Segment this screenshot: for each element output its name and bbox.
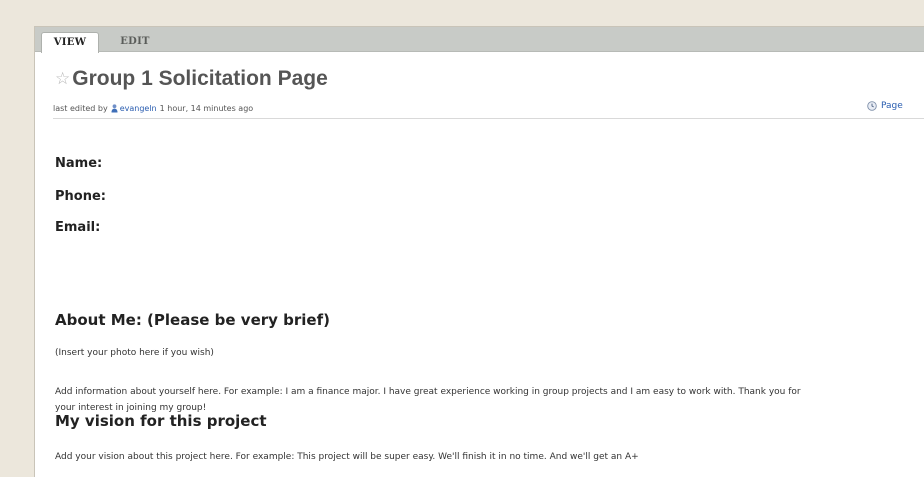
title-row: ☆ Group 1 Solicitation Page [55, 63, 328, 95]
page-title: Group 1 Solicitation Page [72, 67, 328, 90]
photo-note: (Insert your photo here if you wish) [55, 348, 214, 358]
about-heading: About Me: (Please be very brief) [55, 311, 330, 329]
name-label: Name: [55, 156, 103, 171]
edit-info: last edited by evangeln 1 hour, 14 minut… [53, 104, 253, 113]
page-info-link[interactable]: Page [867, 101, 903, 111]
edited-time: 1 hour, 14 minutes ago [159, 104, 254, 113]
email-label: Email: [55, 220, 101, 235]
edited-by-label: last edited by [53, 104, 108, 113]
tab-view[interactable]: VIEW [41, 32, 99, 53]
user-icon [111, 104, 118, 113]
header-divider [53, 118, 924, 119]
vision-heading: My vision for this project [55, 412, 267, 430]
wiki-page-frame: VIEW EDIT ☆ Group 1 Solicitation Page la… [34, 26, 924, 477]
page-link-label: Page [881, 101, 903, 111]
tab-bar: VIEW EDIT [35, 27, 924, 53]
phone-label: Phone: [55, 189, 106, 204]
clock-icon [867, 101, 877, 111]
tab-edit[interactable]: EDIT [111, 32, 159, 51]
about-text-line-1: Add information about yourself here. For… [55, 387, 801, 397]
editor-username-link[interactable]: evangeln [120, 104, 157, 113]
star-icon[interactable]: ☆ [55, 70, 70, 88]
